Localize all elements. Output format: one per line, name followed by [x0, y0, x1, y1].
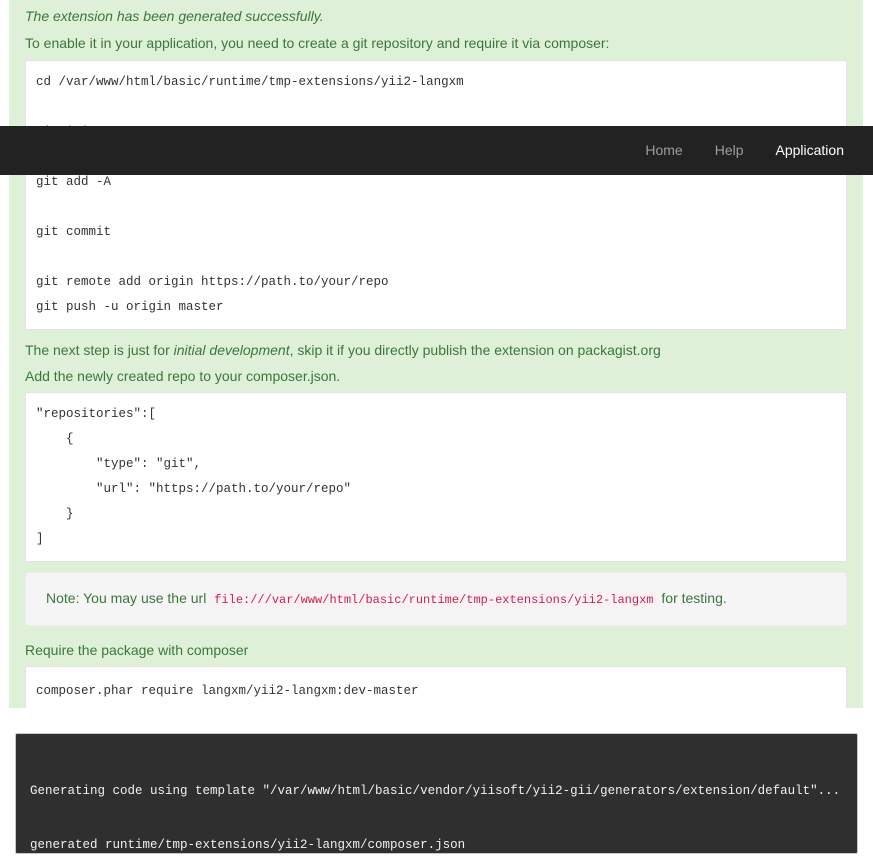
note-file-url: file:///var/www/html/basic/runtime/tmp-e…	[210, 591, 658, 610]
enable-instruction: To enable it in your application, you ne…	[25, 35, 610, 52]
next-step-suffix: , skip it if you directly publish the ex…	[289, 341, 661, 358]
navbar-links: Home Help Application	[629, 126, 860, 175]
note-suffix: for testing.	[661, 590, 727, 607]
nav-link-help[interactable]: Help	[699, 126, 760, 175]
next-step-instruction: The next step is just for initial develo…	[25, 340, 847, 360]
git-commands-code-block: cd /var/www/html/basic/runtime/tmp-exten…	[25, 59, 847, 330]
url-note-box: Note: You may use the url file:///var/ww…	[25, 572, 847, 626]
page-root: The extension has been generated success…	[0, 0, 873, 858]
next-step-emphasis: initial development	[173, 341, 290, 358]
extension-generated-alert: The extension has been generated success…	[9, 0, 863, 708]
add-repo-instruction: Add the newly created repo to your compo…	[25, 367, 341, 384]
console-line: generated runtime/tmp-extensions/yii2-la…	[30, 838, 466, 852]
success-message: The extension has been generated success…	[25, 8, 324, 24]
next-step-prefix: The next step is just for	[25, 341, 174, 358]
nav-link-home[interactable]: Home	[629, 126, 698, 175]
note-prefix: Note: You may use the url	[46, 590, 207, 607]
console-output: Generating code using template "/var/www…	[15, 733, 858, 854]
top-navbar: Home Help Application	[0, 126, 873, 175]
composer-require-code-block: composer.phar require langxm/yii2-langxm…	[25, 665, 847, 708]
repositories-json-code-block: "repositories":[ { "type": "git", "url":…	[25, 392, 847, 563]
require-instruction: Require the package with composer	[25, 641, 249, 658]
nav-link-application[interactable]: Application	[760, 126, 861, 175]
console-line: Generating code using template "/var/www…	[30, 784, 841, 798]
